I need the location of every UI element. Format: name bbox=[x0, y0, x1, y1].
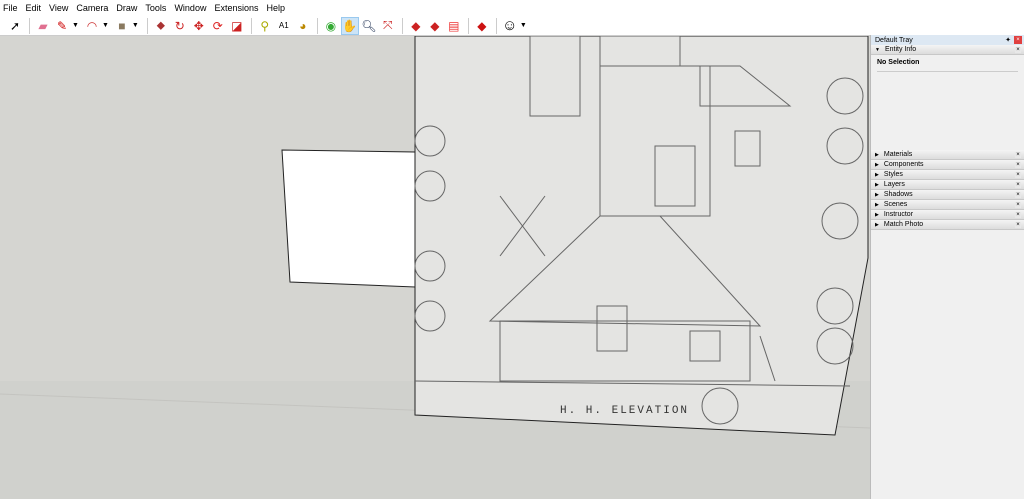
push-pull-icon[interactable]: ⬥ bbox=[152, 17, 170, 35]
zoom-icon[interactable]: 🔍︎ bbox=[360, 17, 378, 35]
selection-status: No Selection bbox=[877, 59, 920, 66]
scale-icon[interactable]: ◪ bbox=[228, 17, 246, 35]
expand-right-icon: ▶ bbox=[875, 161, 879, 168]
tray-title-bar: Default Tray ✦ × bbox=[871, 35, 1024, 45]
menu-view[interactable]: View bbox=[49, 3, 68, 13]
expand-right-icon: ▶ bbox=[875, 191, 879, 198]
expand-down-icon: ▼ bbox=[875, 46, 880, 53]
menu-tools[interactable]: Tools bbox=[145, 3, 166, 13]
separator bbox=[29, 17, 30, 34]
separator bbox=[146, 17, 148, 34]
expand-right-icon: ▶ bbox=[875, 201, 879, 208]
panel-label: Entity Info bbox=[884, 46, 917, 53]
close-icon[interactable]: × bbox=[1015, 222, 1021, 228]
default-tray: Default Tray ✦ × ▼ Entity Info × No Selecti… bbox=[870, 35, 1024, 499]
chevron-down-icon[interactable]: ▼ bbox=[132, 22, 139, 29]
panel-label: Styles bbox=[883, 171, 903, 178]
zoom-extents-icon[interactable]: ⤧ bbox=[379, 17, 397, 35]
expand-right-icon: ▶ bbox=[875, 221, 879, 228]
panel-scenes[interactable]: ▶ Scenes × bbox=[871, 200, 1024, 210]
select-icon[interactable]: ➚ bbox=[6, 17, 24, 35]
panel-match-photo[interactable]: ▶ Match Photo × bbox=[871, 220, 1024, 230]
panel-label: Shadows bbox=[883, 191, 913, 198]
text-icon[interactable]: A1 bbox=[275, 17, 293, 35]
menu-camera[interactable]: Camera bbox=[76, 3, 108, 13]
separator bbox=[401, 17, 403, 34]
arc-icon[interactable]: ◠ bbox=[83, 17, 101, 35]
close-icon[interactable]: × bbox=[1015, 162, 1021, 168]
expand-right-icon: ▶ bbox=[875, 211, 879, 218]
extension-warehouse-icon[interactable]: ◆ bbox=[426, 17, 444, 35]
elevation-photo-face[interactable] bbox=[414, 36, 869, 436]
expand-right-icon: ▶ bbox=[875, 151, 879, 158]
white-face[interactable] bbox=[281, 149, 416, 288]
chevron-down-icon[interactable]: ▼ bbox=[102, 22, 109, 29]
expand-right-icon: ▶ bbox=[875, 171, 879, 178]
menu-draw[interactable]: Draw bbox=[116, 3, 137, 13]
move-icon[interactable]: ✥ bbox=[190, 17, 208, 35]
rectangle-icon[interactable]: ■ bbox=[113, 17, 131, 35]
expand-right-icon: ▶ bbox=[875, 181, 879, 188]
close-icon[interactable]: × bbox=[1015, 182, 1021, 188]
eraser-icon[interactable]: ▰ bbox=[34, 17, 52, 35]
rotate-icon[interactable]: ⟳ bbox=[209, 17, 227, 35]
follow-me-icon[interactable]: ↻ bbox=[171, 17, 189, 35]
panel-label: Materials bbox=[883, 151, 913, 158]
panel-styles[interactable]: ▶ Styles × bbox=[871, 170, 1024, 180]
panel-materials[interactable]: ▶ Materials × bbox=[871, 150, 1024, 160]
chevron-down-icon[interactable]: ▼ bbox=[72, 22, 79, 29]
chevron-down-icon[interactable]: ▼ bbox=[520, 22, 527, 29]
menu-help[interactable]: Help bbox=[266, 3, 285, 13]
panel-label: Match Photo bbox=[883, 221, 924, 228]
divider bbox=[877, 71, 1018, 72]
menu-extensions[interactable]: Extensions bbox=[214, 3, 258, 13]
menu-window[interactable]: Window bbox=[174, 3, 206, 13]
3d-viewport[interactable]: H. H. ELEVATION bbox=[0, 36, 870, 499]
pencil-icon[interactable]: ✎ bbox=[53, 17, 71, 35]
close-icon[interactable]: × bbox=[1014, 36, 1022, 44]
separator bbox=[467, 17, 469, 34]
separator bbox=[316, 17, 318, 34]
panel-label: Instructor bbox=[883, 211, 914, 218]
panel-entity-info[interactable]: ▼ Entity Info × bbox=[871, 45, 1024, 55]
paint-bucket-icon[interactable]: ◕ bbox=[294, 17, 312, 35]
scene: H. H. ELEVATION bbox=[0, 36, 870, 499]
send-to-layout-icon[interactable]: ▤ bbox=[445, 17, 463, 35]
panel-instructor[interactable]: ▶ Instructor × bbox=[871, 210, 1024, 220]
menu-edit[interactable]: Edit bbox=[26, 3, 42, 13]
pin-icon[interactable]: ✦ bbox=[1005, 36, 1011, 44]
separator bbox=[250, 17, 252, 34]
panel-shadows[interactable]: ▶ Shadows × bbox=[871, 190, 1024, 200]
entity-info-body: No Selection bbox=[871, 55, 1024, 150]
panel-label: Components bbox=[883, 161, 924, 168]
pan-icon[interactable]: ✋ bbox=[340, 16, 359, 35]
warehouse-icon[interactable]: ◆ bbox=[407, 17, 425, 35]
close-icon[interactable]: × bbox=[1015, 172, 1021, 178]
extension-manager-icon[interactable]: ◆ bbox=[473, 17, 491, 35]
panel-label: Layers bbox=[883, 181, 905, 188]
tape-measure-icon[interactable]: ⚲ bbox=[256, 17, 274, 35]
panel-components[interactable]: ▶ Components × bbox=[871, 160, 1024, 170]
close-icon[interactable]: × bbox=[1015, 192, 1021, 198]
drawing-caption: H. H. ELEVATION bbox=[560, 405, 689, 417]
close-icon[interactable]: × bbox=[1015, 202, 1021, 208]
account-icon[interactable]: ☺ bbox=[501, 17, 519, 35]
menu-file[interactable]: File bbox=[3, 3, 18, 13]
separator bbox=[495, 17, 497, 34]
close-icon[interactable]: × bbox=[1015, 47, 1021, 53]
panel-label: Scenes bbox=[883, 201, 908, 208]
tray-title: Default Tray bbox=[875, 36, 913, 44]
panel-layers[interactable]: ▶ Layers × bbox=[871, 180, 1024, 190]
orbit-icon[interactable]: ◉ bbox=[322, 17, 340, 35]
close-icon[interactable]: × bbox=[1015, 152, 1021, 158]
close-icon[interactable]: × bbox=[1015, 212, 1021, 218]
menu-bar: File Edit View Camera Draw Tools Window … bbox=[0, 0, 1024, 16]
toolbar: ➚ ▰ ✎ ▼ ◠ ▼ ■ ▼ ⬥ ↻ ✥ ⟳ ◪ ⚲ A1 ◕ ◉ ✋ 🔍︎ ⤧ ◆… bbox=[0, 16, 1024, 36]
